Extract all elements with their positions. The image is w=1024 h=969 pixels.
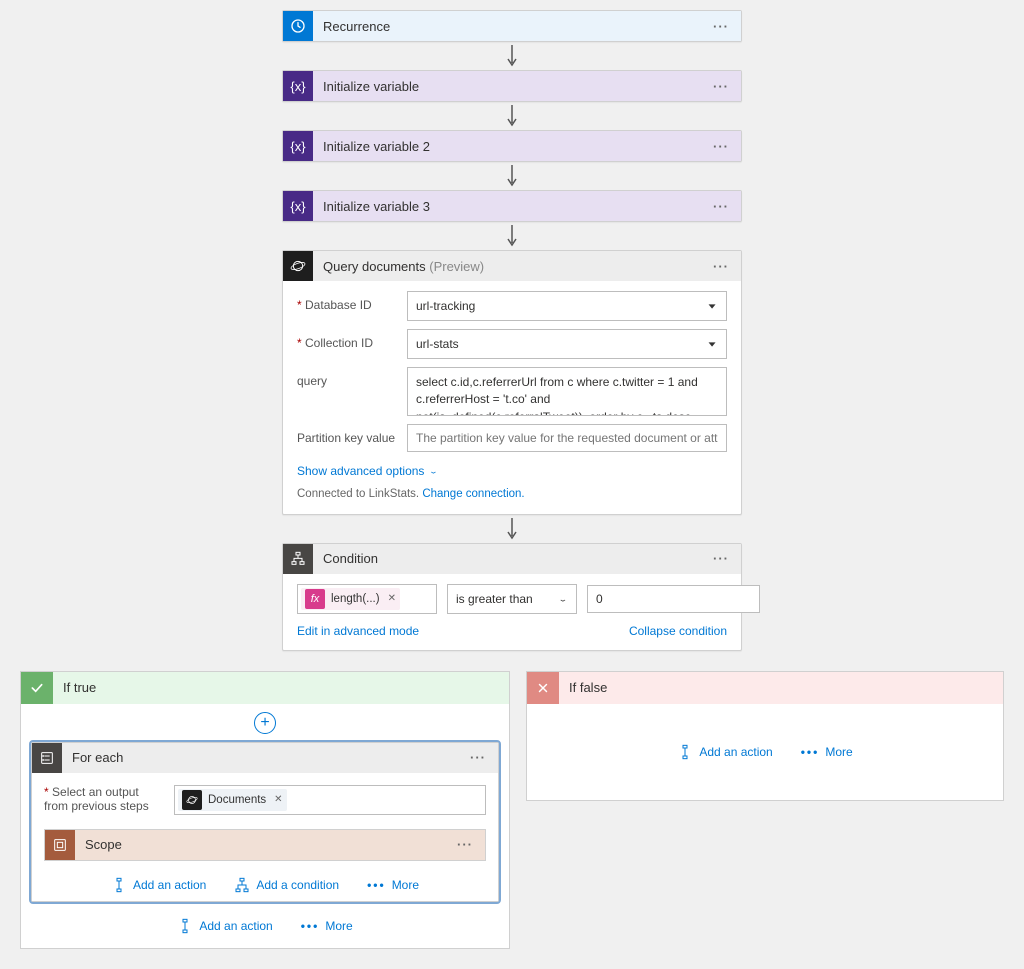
condition-left-operand[interactable]: fx length(...) ✕ [297, 584, 437, 614]
chevron-down-icon: ⌄ [558, 595, 568, 603]
more-dots-icon: ••• [801, 745, 820, 759]
step-init-var-3[interactable]: {x} Initialize variable 3 ··· [282, 190, 742, 222]
step-menu-button[interactable]: ··· [445, 837, 485, 852]
condition-operator-select[interactable]: is greater than ⌄ [447, 584, 577, 614]
branch-title: If false [559, 680, 607, 695]
add-action-icon [177, 918, 193, 934]
connector-arrow [504, 42, 520, 70]
step-recurrence[interactable]: Recurrence ··· [282, 10, 742, 42]
step-menu-button[interactable]: ··· [701, 79, 741, 94]
add-condition-icon [234, 877, 250, 893]
step-title: Initialize variable 3 [313, 199, 701, 214]
connector-arrow [504, 222, 520, 250]
edit-advanced-link[interactable]: Edit in advanced mode [297, 624, 419, 638]
step-scope[interactable]: Scope ··· [44, 829, 486, 861]
chevron-down-icon: ▼ [706, 302, 718, 310]
add-condition-link[interactable]: Add a condition [234, 877, 339, 893]
step-menu-button[interactable]: ··· [701, 259, 741, 274]
fx-icon: fx [305, 589, 325, 609]
step-for-each: For each ··· Select an output from previ… [31, 742, 499, 902]
for-each-icon [32, 743, 62, 773]
connector-arrow [504, 162, 520, 190]
add-action-icon [677, 744, 693, 760]
condition-icon [283, 544, 313, 574]
more-actions-link[interactable]: ••• More [801, 745, 853, 759]
change-connection-link[interactable]: Change connection. [422, 488, 524, 500]
step-title: Condition [313, 551, 701, 566]
show-advanced-link[interactable]: Show advanced options ⌄ [297, 464, 439, 478]
variable-icon: {x} [283, 131, 313, 161]
documents-chip[interactable]: Documents ✕ [178, 789, 287, 811]
more-dots-icon: ••• [301, 919, 320, 933]
step-condition: Condition ··· fx length(...) ✕ is greate… [282, 543, 742, 651]
step-menu-button[interactable]: ··· [458, 750, 498, 765]
step-menu-button[interactable]: ··· [701, 19, 741, 34]
step-title: Query documents (Preview) [313, 259, 701, 274]
cosmos-db-icon [182, 790, 202, 810]
connector-arrow [504, 102, 520, 130]
remove-chip-icon[interactable]: ✕ [388, 593, 396, 604]
variable-icon: {x} [283, 191, 313, 221]
more-actions-link[interactable]: ••• More [301, 919, 353, 933]
foreach-output-field[interactable]: Documents ✕ [174, 785, 486, 815]
collapse-condition-link[interactable]: Collapse condition [629, 624, 727, 638]
query-label: query [297, 367, 407, 388]
step-menu-button[interactable]: ··· [701, 139, 741, 154]
close-icon [527, 672, 559, 704]
scope-icon [45, 830, 75, 860]
database-id-label: Database ID [297, 298, 372, 312]
foreach-select-label: Select an output from previous steps [44, 785, 149, 813]
step-title: Recurrence [313, 19, 701, 34]
database-id-select[interactable]: url-tracking ▼ [407, 291, 727, 321]
step-title: Initialize variable [313, 79, 701, 94]
step-init-var-2[interactable]: {x} Initialize variable 2 ··· [282, 130, 742, 162]
check-icon [21, 672, 53, 704]
condition-branches: If true + For each ··· Select an o [10, 671, 1014, 949]
add-action-link[interactable]: Add an action [111, 877, 206, 893]
add-step-button[interactable]: + [254, 712, 276, 734]
step-title: Initialize variable 2 [313, 139, 701, 154]
step-menu-button[interactable]: ··· [701, 551, 741, 566]
partition-key-label: Partition key value [297, 424, 407, 445]
step-menu-button[interactable]: ··· [701, 199, 741, 214]
branch-if-false: If false Add an action ••• More [526, 671, 1004, 801]
add-action-icon [111, 877, 127, 893]
clock-icon [283, 11, 313, 41]
chevron-down-icon: ⌄ [428, 467, 438, 475]
step-title: For each [62, 750, 458, 765]
add-action-link[interactable]: Add an action [677, 744, 772, 760]
query-input[interactable] [407, 367, 727, 416]
step-query-documents: Query documents (Preview) ··· Database I… [282, 250, 742, 515]
branch-title: If true [53, 680, 96, 695]
condition-value-input[interactable] [587, 585, 760, 613]
branch-if-true: If true + For each ··· Select an o [20, 671, 510, 949]
connector-arrow [504, 515, 520, 543]
variable-icon: {x} [283, 71, 313, 101]
connection-line: Connected to LinkStats. Change connectio… [297, 488, 727, 500]
step-title: Scope [75, 837, 445, 852]
expression-chip[interactable]: fx length(...) ✕ [301, 588, 400, 610]
step-init-var-1[interactable]: {x} Initialize variable ··· [282, 70, 742, 102]
collection-id-select[interactable]: url-stats ▼ [407, 329, 727, 359]
partition-key-input[interactable] [407, 424, 727, 452]
workflow-canvas: Recurrence ··· {x} Initialize variable ·… [0, 10, 1024, 949]
cosmos-db-icon [283, 251, 313, 281]
remove-chip-icon[interactable]: ✕ [274, 794, 282, 805]
add-action-link[interactable]: Add an action [177, 918, 272, 934]
chevron-down-icon: ▼ [706, 340, 718, 348]
collection-id-label: Collection ID [297, 336, 373, 350]
